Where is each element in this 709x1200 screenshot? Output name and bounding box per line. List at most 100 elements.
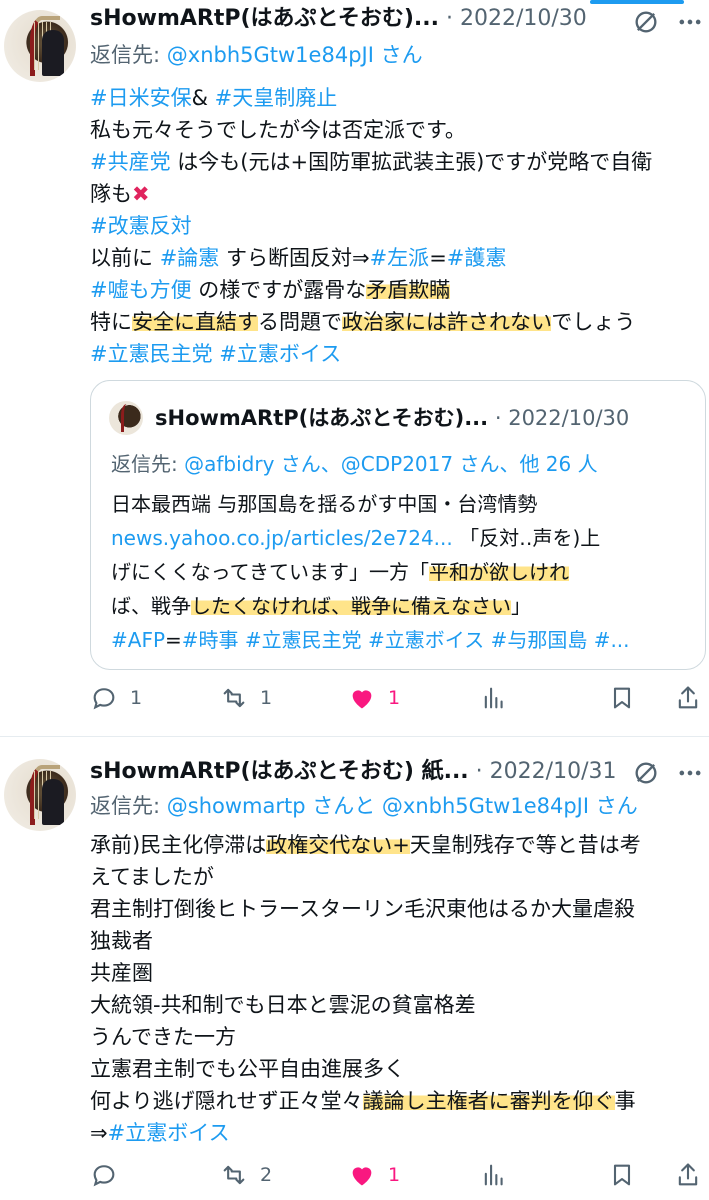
text-line: 共産圏 bbox=[90, 957, 153, 989]
like-icon bbox=[352, 690, 372, 709]
hashtag-link[interactable]: #AFP bbox=[111, 628, 165, 652]
reply-button[interactable]: 1 bbox=[90, 680, 142, 716]
tweet-2[interactable]: sHowmARtP(はあぷとそおむ) 紙... · 2022/10/31 返信先… bbox=[0, 737, 709, 1200]
text-line: news.yahoo.co.jp/articles/2e724... 「反対‥声… bbox=[111, 523, 600, 553]
text-line: 独裁者 bbox=[90, 925, 153, 957]
action-bar: 1 1 1 bbox=[90, 680, 706, 716]
text-line: 以前に #論憲 すら断固反対⇒#左派=#護憲 bbox=[90, 242, 506, 274]
text-segment: 以前に bbox=[90, 246, 160, 270]
hashtag-link[interactable]: news.yahoo.co.jp/articles/2e724... bbox=[111, 526, 453, 550]
text-segment: 事 bbox=[614, 1089, 636, 1113]
text-line: #立憲民主党 #立憲ボイス bbox=[90, 338, 341, 370]
text-segment: ば、戦争 bbox=[111, 594, 191, 618]
more-icon[interactable] bbox=[676, 8, 704, 36]
tweet-1[interactable]: sHowmARtP(はあぷとそおむ)... · 2022/10/30 返信先: … bbox=[0, 0, 709, 736]
hashtag-link[interactable]: #日米安保 bbox=[90, 86, 192, 110]
reply-handles[interactable]: @showmartp さんと @xnbh5Gtw1e84pJI さん bbox=[167, 794, 638, 818]
hashtag-link[interactable]: #... bbox=[594, 628, 630, 652]
separator: · bbox=[475, 759, 483, 784]
more-icon[interactable] bbox=[676, 759, 704, 787]
reply-icon bbox=[93, 1165, 115, 1187]
highlighted-text: 安全に直結す bbox=[132, 310, 258, 334]
hashtag-link[interactable]: #嘘も方便 bbox=[90, 278, 192, 302]
avatar[interactable] bbox=[4, 759, 76, 831]
grok-icon[interactable] bbox=[632, 8, 660, 36]
quoted-tweet[interactable]: sHowmARtP(はあぷとそおむ)... · 2022/10/30 返信先: … bbox=[90, 380, 706, 670]
separator: · bbox=[446, 6, 453, 31]
text-line: #日米安保& #天皇制廃止 bbox=[90, 82, 337, 114]
hashtag-link[interactable]: #与那国島 bbox=[491, 628, 588, 652]
text-segment: = bbox=[429, 246, 447, 270]
text-segment: 君主制打倒後ヒトラースターリン毛沢東他はるか大量虐殺 bbox=[90, 897, 635, 921]
text-segment: 立憲君主制でも公平自由進展多く bbox=[90, 1057, 405, 1081]
share-button[interactable] bbox=[674, 1157, 702, 1193]
text-segment: でしょう bbox=[551, 310, 636, 334]
text-segment: 「反対‥声を)上 bbox=[452, 526, 601, 550]
reply-button[interactable] bbox=[90, 1157, 130, 1193]
hashtag-link[interactable]: #立憲ボイス bbox=[108, 1121, 230, 1145]
highlighted-text: 政権交代ない+ bbox=[266, 833, 410, 857]
hashtag-link[interactable]: #立憲ボイス bbox=[219, 342, 341, 366]
text-segment: げにくくなってきています」一方「 bbox=[111, 560, 429, 584]
like-count: 1 bbox=[388, 687, 401, 709]
reply-handles[interactable]: @xnbh5Gtw1e84pJI さん bbox=[167, 43, 423, 67]
retweet-button[interactable]: 1 bbox=[220, 680, 272, 716]
share-icon bbox=[678, 686, 698, 709]
share-button[interactable] bbox=[674, 680, 702, 716]
hashtag-link[interactable]: #論憲 bbox=[160, 246, 220, 270]
text-line: 私も元々そうでしたが今は否定派です。 bbox=[90, 114, 466, 146]
hashtag-link[interactable]: #時事 bbox=[182, 628, 239, 652]
views-button[interactable] bbox=[480, 680, 508, 716]
views-icon bbox=[484, 1164, 503, 1186]
avatar[interactable] bbox=[4, 10, 76, 82]
bookmark-icon bbox=[613, 687, 631, 709]
text-line: 日本最西端 与那国島を揺るがす中国・台湾情勢 bbox=[111, 489, 537, 519]
highlighted-text: 矛盾欺瞞 bbox=[366, 278, 451, 302]
retweet-button[interactable]: 2 bbox=[220, 1157, 272, 1193]
like-button[interactable]: 1 bbox=[348, 680, 400, 716]
text-line: ば、戦争したくなければ、戦争に備えなさい」 bbox=[111, 591, 531, 621]
hashtag-link[interactable]: #左派 bbox=[370, 246, 430, 270]
hashtag-link[interactable]: #立憲民主党 bbox=[90, 342, 213, 366]
tweet-date[interactable]: 2022/10/31 bbox=[490, 759, 617, 784]
hashtag-link[interactable]: #護憲 bbox=[447, 246, 507, 270]
like-button[interactable]: 1 bbox=[348, 1157, 400, 1193]
text-segment: 独裁者 bbox=[90, 929, 153, 953]
highlighted-text: したくなければ、戦争に備えなさい bbox=[191, 594, 511, 618]
views-icon bbox=[484, 687, 503, 709]
author-name[interactable]: sHowmARtP(はあぷとそおむ)... bbox=[90, 6, 439, 31]
text-line: #共産党 は今も(元は+国防軍拡武装主張)ですが党略で自衛 bbox=[90, 146, 652, 178]
hashtag-link[interactable]: #共産党 bbox=[90, 150, 171, 174]
retweet-count: 2 bbox=[260, 1164, 273, 1186]
text-segment: の様ですが露骨な bbox=[191, 278, 367, 302]
text-segment: 隊も bbox=[90, 182, 132, 206]
bookmark-icon bbox=[613, 1164, 631, 1186]
bookmark-button[interactable] bbox=[608, 680, 636, 716]
bookmark-button[interactable] bbox=[608, 1157, 636, 1193]
grok-icon[interactable] bbox=[632, 759, 660, 787]
hashtag-link[interactable]: #立憲民主党 bbox=[245, 628, 362, 652]
hashtag-link[interactable]: #改憲反対 bbox=[90, 214, 192, 238]
text-segment: 私も元々そうでしたが今は否定派です。 bbox=[90, 118, 466, 142]
cross-mark-icon: ✖ bbox=[132, 182, 150, 206]
retweet-icon bbox=[223, 688, 245, 708]
views-button[interactable] bbox=[480, 1157, 508, 1193]
text-segment: る問題で bbox=[258, 310, 342, 334]
reply-count: 1 bbox=[130, 687, 143, 709]
tweet-date[interactable]: 2022/10/30 bbox=[460, 6, 587, 31]
text-segment: ⇒ bbox=[90, 1121, 108, 1145]
tweet-header: sHowmARtP(はあぷとそおむ) 紙... · 2022/10/31 bbox=[90, 757, 616, 787]
highlighted-text: 議論し主権者に審判を仰ぐ bbox=[362, 1089, 615, 1113]
reply-to: 返信先: @xnbh5Gtw1e84pJI さん bbox=[90, 40, 423, 70]
author-name[interactable]: sHowmARtP(はあぷとそおむ) 紙... bbox=[90, 759, 469, 784]
text-segment: 承前)民主化停滞は bbox=[90, 833, 267, 857]
quote-header: sHowmARtP(はあぷとそおむ)... · 2022/10/30 bbox=[155, 403, 629, 433]
text-segment: 大統領-共和制でも日本と雲泥の貧富格差 bbox=[90, 993, 476, 1017]
highlighted-text: 平和が欲しけれ bbox=[429, 560, 569, 584]
text-segment: & bbox=[191, 86, 215, 110]
hashtag-link[interactable]: #立憲ボイス bbox=[368, 628, 484, 652]
text-line: 承前)民主化停滞は政権交代ない+天皇制残存で等と昔は考 bbox=[90, 829, 641, 861]
text-segment: えてましたが bbox=[90, 865, 214, 889]
reply-prefix: 返信先: bbox=[111, 452, 185, 476]
hashtag-link[interactable]: #天皇制廃止 bbox=[215, 86, 338, 110]
